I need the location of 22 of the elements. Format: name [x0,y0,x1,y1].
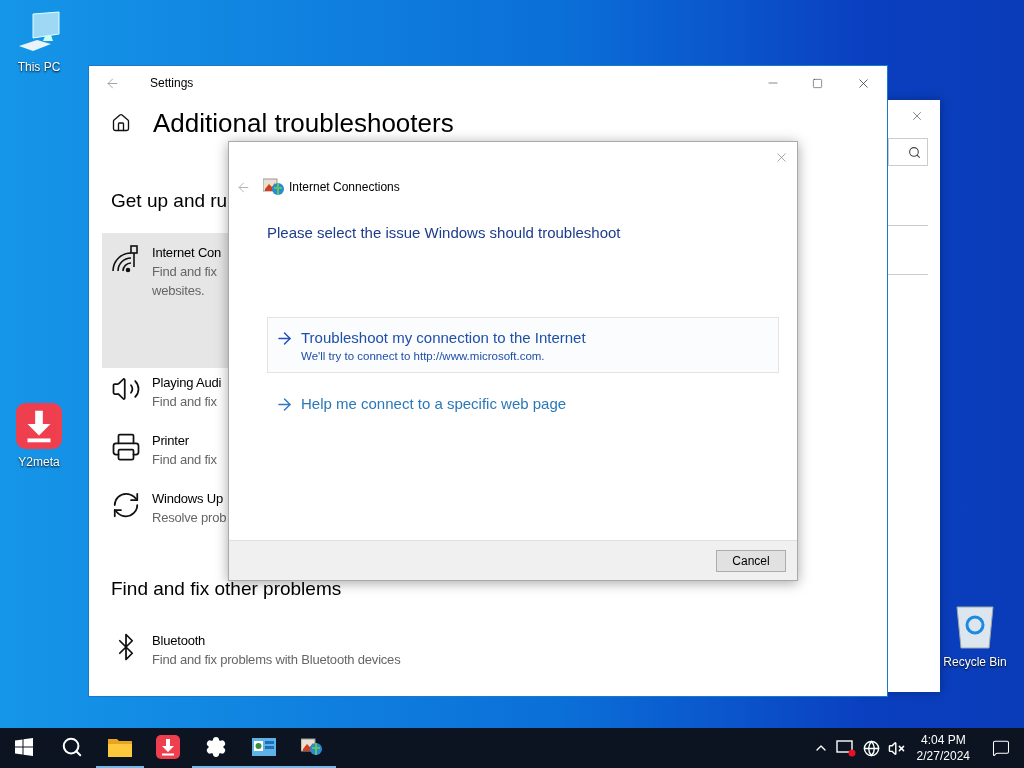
item-description: Find and fix [152,451,217,469]
option-subtitle: We'll try to connect to http://www.microsoft.com. [301,348,546,364]
item-description: Find and fix [152,263,218,281]
item-title: Windows Up [152,490,224,508]
item-description: Resolve prob [152,509,227,527]
item-title: Printer [152,432,190,450]
section-heading: Get up and ru [111,188,228,213]
window-title: Settings [150,75,194,92]
option-title: Troubleshoot my connection to the Internet [301,327,586,348]
dialog-title: Internet Connections [289,179,400,196]
item-title: Bluetooth [152,632,207,650]
item-title: Playing Audi [152,374,222,392]
clock-date: 2/27/2024 [916,748,970,764]
option-title: Help me connect to a specific web page [301,393,567,414]
item-description: Find and fix problems with Bluetooth devices [152,651,401,669]
page-heading: Additional troubleshooters [153,108,454,138]
item-description: Find and fix [152,393,218,411]
section-heading: Find and fix other problems [111,576,342,601]
clock-time: 4:04 PM [920,732,966,748]
dialog-prompt: Please select the issue Windows should troubleshoot [267,223,622,243]
item-title: Internet Con [152,244,222,262]
item-description: websites. [152,282,206,300]
